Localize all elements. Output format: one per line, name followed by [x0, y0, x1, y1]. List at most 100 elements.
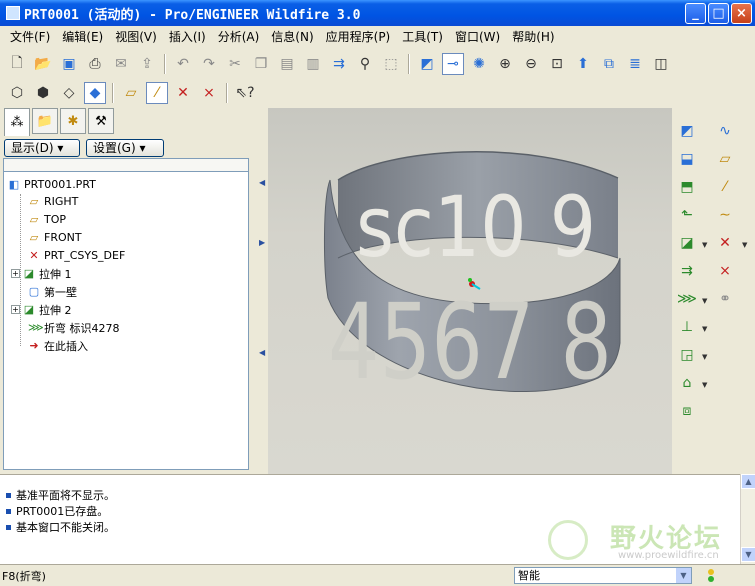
- maximize-button[interactable]: □: [708, 3, 729, 24]
- send-icon[interactable]: ⇪: [136, 53, 158, 75]
- datum-plane-icon[interactable]: ▱: [714, 148, 736, 170]
- no-hidden-icon[interactable]: ◇: [58, 82, 80, 104]
- datum-plane-tool-icon[interactable]: ◩: [676, 120, 698, 142]
- menu-view[interactable]: 视图(V): [109, 28, 163, 45]
- datum-axis-icon[interactable]: ⁄: [714, 176, 736, 198]
- tree-item-extrude-1[interactable]: + ◪ 拉伸 1: [11, 265, 72, 282]
- selection-filter[interactable]: 智能 ▼: [514, 567, 692, 584]
- saved-views-icon[interactable]: ⧉: [598, 53, 620, 75]
- layers-icon[interactable]: ≣: [624, 53, 646, 75]
- minimize-button[interactable]: _: [685, 3, 706, 24]
- print-icon[interactable]: ⎙: [84, 53, 106, 75]
- corner-relief-icon[interactable]: ⊥: [676, 316, 698, 338]
- datum-point-icon[interactable]: ✕: [714, 232, 736, 254]
- tree-item-extrude-2[interactable]: + ◪ 拉伸 2: [11, 301, 72, 318]
- datum-plane-display-icon[interactable]: ◩: [416, 53, 438, 75]
- expand-icon[interactable]: +: [11, 269, 20, 278]
- csys-tool-icon[interactable]: ⨯: [714, 260, 736, 282]
- tab-connections[interactable]: ⚒: [88, 108, 114, 134]
- datum-points-on-icon[interactable]: ✕: [172, 82, 194, 104]
- reorient-icon[interactable]: ⬆: [572, 53, 594, 75]
- select-box-icon[interactable]: ⬚: [380, 53, 402, 75]
- menu-tools[interactable]: 工具(T): [396, 28, 449, 45]
- menu-applications[interactable]: 应用程序(P): [320, 28, 397, 45]
- datum-curve-icon[interactable]: ∼: [714, 204, 736, 226]
- dropdown-arrow-icon[interactable]: ▼: [702, 353, 707, 361]
- new-icon[interactable]: 🗋: [6, 53, 28, 75]
- datum-planes-on-icon[interactable]: ▱: [120, 82, 142, 104]
- csys-on-icon[interactable]: ⨯: [198, 82, 220, 104]
- save-icon[interactable]: ▣: [58, 53, 80, 75]
- flange-wall-icon[interactable]: ⬒: [676, 176, 698, 198]
- refit-icon[interactable]: ⊡: [546, 53, 568, 75]
- tab-favorites[interactable]: ✱: [60, 108, 86, 134]
- dropdown-arrow-icon[interactable]: ▼: [702, 325, 707, 333]
- dropdown-arrow-icon[interactable]: ▼: [702, 241, 707, 249]
- close-button[interactable]: ×: [731, 3, 752, 24]
- open-icon[interactable]: 📂: [32, 53, 54, 75]
- tree-root[interactable]: ◧ PRT0001.PRT: [8, 176, 96, 193]
- regenerate-icon[interactable]: ⇉: [328, 53, 350, 75]
- menu-window[interactable]: 窗口(W): [449, 28, 506, 45]
- bend-tool-icon[interactable]: ⋙: [676, 288, 698, 310]
- analysis-feature-icon[interactable]: ⚭: [714, 288, 736, 310]
- tree-item-bend[interactable]: ⋙ 折弯 标识4278: [28, 319, 120, 336]
- tree-item-right[interactable]: ▱ RIGHT: [28, 193, 79, 210]
- panel-splitter[interactable]: ◀ ▶ ◀: [256, 108, 268, 474]
- sketch-curve-icon[interactable]: ∿: [714, 120, 736, 142]
- flat-wall-icon[interactable]: ⬑: [676, 204, 698, 226]
- paste-special-icon[interactable]: ▥: [302, 53, 324, 75]
- zoom-in-icon[interactable]: ⊕: [494, 53, 516, 75]
- menu-edit[interactable]: 编辑(E): [56, 28, 109, 45]
- menu-insert[interactable]: 插入(I): [163, 28, 212, 45]
- cut-tool-icon[interactable]: ◲: [676, 344, 698, 366]
- copy-icon[interactable]: ❐: [250, 53, 272, 75]
- collapse-arrow-icon[interactable]: ◀: [259, 178, 265, 187]
- shading-icon[interactable]: ◆: [84, 82, 106, 104]
- wireframe-icon[interactable]: ⬡: [6, 82, 28, 104]
- sheetmetal-wall-icon[interactable]: ⬓: [676, 148, 698, 170]
- dropdown-arrow-icon[interactable]: ▼: [702, 297, 707, 305]
- form-tool-icon[interactable]: ⌂: [676, 372, 698, 394]
- cut-icon[interactable]: ✂: [224, 53, 246, 75]
- spin-center-icon[interactable]: ✺: [468, 53, 490, 75]
- collapse-arrow-icon[interactable]: ◀: [259, 348, 265, 357]
- tree-item-first-wall[interactable]: ▢ 第一壁: [28, 283, 77, 300]
- scroll-down-icon[interactable]: ▼: [741, 547, 755, 562]
- message-scrollbar[interactable]: ▲ ▼: [740, 474, 755, 564]
- tab-folder-browser[interactable]: 📁: [32, 108, 58, 134]
- menu-help[interactable]: 帮助(H): [506, 28, 560, 45]
- context-help-icon[interactable]: ⇖?: [234, 82, 256, 104]
- graphics-viewport[interactable]: sc10 9 4567 8: [268, 108, 672, 474]
- settings-dropdown[interactable]: 设置(G) ▾: [86, 139, 164, 157]
- chevron-down-icon[interactable]: ▼: [676, 568, 691, 583]
- unbend-icon[interactable]: ⇉: [676, 260, 698, 282]
- expand-arrow-icon[interactable]: ▶: [259, 238, 265, 247]
- tab-model-tree[interactable]: ⁂: [4, 108, 30, 136]
- menu-info[interactable]: 信息(N): [265, 28, 319, 45]
- menu-file[interactable]: 文件(F): [4, 28, 56, 45]
- tree-item-insert-here[interactable]: ➜ 在此插入: [28, 337, 88, 354]
- show-dropdown[interactable]: 显示(D) ▾: [4, 139, 80, 157]
- send-email-icon[interactable]: ✉: [110, 53, 132, 75]
- flatten-form-icon[interactable]: ⧈: [676, 400, 698, 422]
- zoom-out-icon[interactable]: ⊖: [520, 53, 542, 75]
- paste-icon[interactable]: ▤: [276, 53, 298, 75]
- dropdown-arrow-icon[interactable]: ▼: [742, 241, 747, 249]
- redo-icon[interactable]: ↷: [198, 53, 220, 75]
- datum-point-display-icon[interactable]: ⊸: [442, 53, 464, 75]
- undo-icon[interactable]: ↶: [172, 53, 194, 75]
- dropdown-arrow-icon[interactable]: ▼: [702, 381, 707, 389]
- menu-analysis[interactable]: 分析(A): [212, 28, 266, 45]
- tree-item-front[interactable]: ▱ FRONT: [28, 229, 82, 246]
- datum-axes-on-icon[interactable]: ⁄: [146, 82, 168, 104]
- model-tree-controls: 显示(D) ▾ 设置(G) ▾: [4, 139, 164, 157]
- hidden-line-icon[interactable]: ⬢: [32, 82, 54, 104]
- tree-item-top[interactable]: ▱ TOP: [28, 211, 66, 228]
- scroll-up-icon[interactable]: ▲: [741, 474, 755, 489]
- expand-icon[interactable]: +: [11, 305, 20, 314]
- find-icon[interactable]: ⚲: [354, 53, 376, 75]
- setup-icon[interactable]: ◫: [650, 53, 672, 75]
- extrude-wall-icon[interactable]: ◪: [676, 232, 698, 254]
- tree-item-csys[interactable]: ✕ PRT_CSYS_DEF: [28, 247, 125, 264]
